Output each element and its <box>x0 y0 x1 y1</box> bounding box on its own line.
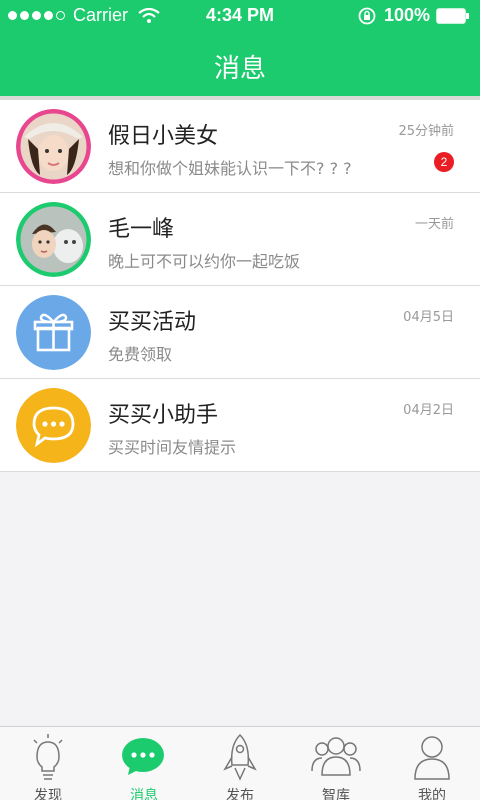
message-item[interactable]: 买买小助手 买买时间友情提示 04月2日 <box>0 379 480 472</box>
boy-avatar <box>16 202 91 277</box>
rocket-icon <box>223 733 257 781</box>
contact-name: 毛一峰 <box>108 217 175 242</box>
unread-badge: 2 <box>434 152 454 172</box>
message-item[interactable]: 假日小美女 想和你做个姐妹能认识一下不? ? ? 25分钟前 2 <box>0 100 480 193</box>
tab-label: 发现 <box>34 788 62 800</box>
page-title: 消息 <box>213 54 266 84</box>
message-time: 一天前 <box>414 217 454 232</box>
status-right: 100% <box>358 5 430 26</box>
message-preview: 晚上可不可以约你一起吃饭 <box>108 252 301 271</box>
battery-percent: 100% <box>383 5 430 25</box>
contact-name: 买买活动 <box>108 310 197 335</box>
message-preview: 想和你做个姐妹能认识一下不? ? ? <box>108 159 352 178</box>
message-preview: 买买时间友情提示 <box>108 438 237 457</box>
rotation-lock-icon <box>358 7 376 24</box>
message-item[interactable]: 买买活动 免费领取 04月5日 <box>0 286 480 379</box>
message-item[interactable]: 毛一峰 晚上可不可以约你一起吃饭 一天前 <box>0 193 480 286</box>
group-icon <box>311 737 361 776</box>
girl-avatar <box>16 109 91 184</box>
chat-bubble-icon <box>16 388 91 463</box>
tab-label: 我的 <box>418 788 446 800</box>
tab-profile[interactable]: 我的 <box>384 727 480 800</box>
navigation-bar: 消息 <box>0 32 480 96</box>
tab-messages[interactable]: 消息 <box>96 727 192 800</box>
battery-icon <box>436 8 469 24</box>
tab-label: 发布 <box>226 788 254 800</box>
message-preview: 免费领取 <box>108 345 173 364</box>
person-icon <box>414 736 450 780</box>
status-bar: Carrier 4:34 PM 100% <box>0 0 480 32</box>
tab-publish[interactable]: 发布 <box>192 727 288 800</box>
message-list: 假日小美女 想和你做个姐妹能认识一下不? ? ? 25分钟前 2 毛一峰 晚上可… <box>0 100 480 472</box>
message-time: 04月2日 <box>403 403 454 418</box>
tab-label: 消息 <box>130 788 158 800</box>
message-time: 25分钟前 <box>398 124 454 139</box>
tab-discover[interactable]: 发现 <box>0 727 96 800</box>
contact-name: 假日小美女 <box>108 124 219 149</box>
message-icon <box>122 738 164 775</box>
lightbulb-icon <box>33 734 63 780</box>
tab-label: 智库 <box>322 788 350 800</box>
gift-icon <box>16 295 91 370</box>
message-time: 04月5日 <box>403 310 454 325</box>
contact-name: 买买小助手 <box>108 403 219 428</box>
tab-bar: 发现 消息 发布 智库 我的 <box>0 726 480 800</box>
tab-library[interactable]: 智库 <box>288 727 384 800</box>
